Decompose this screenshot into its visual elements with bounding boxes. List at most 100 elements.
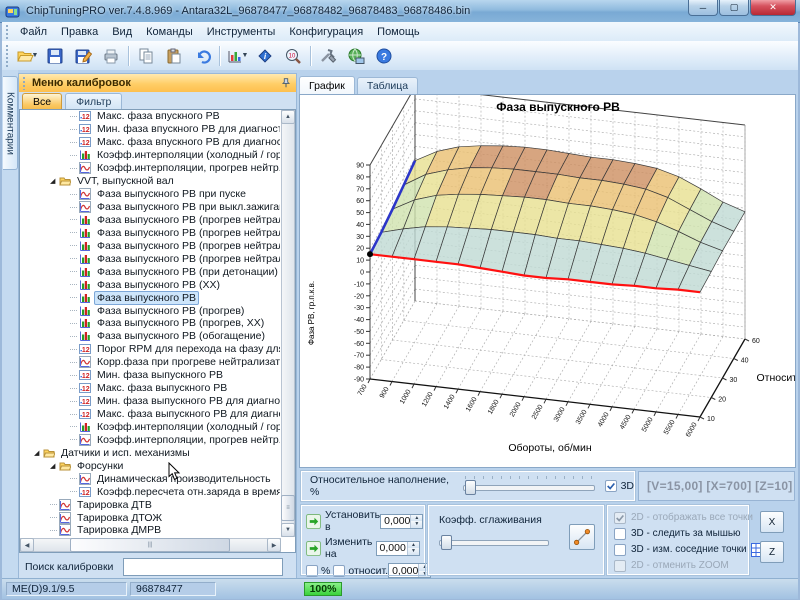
tab-graph[interactable]: График bbox=[299, 76, 355, 94]
tree-item[interactable]: Коэфф.интерполяции, прогрев нейтр. (холо… bbox=[20, 433, 280, 446]
tree-item[interactable]: Фаза выпускного РВ при выкл.зажигания bbox=[20, 201, 280, 214]
option-checkbox[interactable] bbox=[614, 544, 626, 556]
tree-item[interactable]: Тарировка ДТОЖ bbox=[20, 511, 280, 524]
close-button[interactable]: ✕ bbox=[750, 0, 796, 16]
tab-filter[interactable]: Фильтр bbox=[65, 93, 122, 109]
expander-icon[interactable]: ◢ bbox=[34, 449, 43, 457]
apply-change-button[interactable] bbox=[306, 541, 321, 556]
tree-item[interactable]: Динамическая производительность bbox=[20, 472, 280, 485]
vscroll-thumb[interactable]: ≡ bbox=[281, 495, 295, 521]
tree-item[interactable]: Коэфф.интерполяции, прогрев нейтр. (холо… bbox=[20, 162, 280, 175]
tools-button[interactable] bbox=[314, 42, 342, 69]
tree-item[interactable]: 12Макс. фаза выпускного РВ для диагности… bbox=[20, 408, 280, 421]
menu-item-4[interactable]: Инструменты bbox=[200, 24, 283, 40]
scroll-up-button[interactable]: ▲ bbox=[281, 110, 295, 124]
paste-button[interactable] bbox=[160, 42, 188, 69]
search-input[interactable] bbox=[123, 558, 283, 576]
scroll-left-button[interactable]: ◀ bbox=[20, 538, 34, 552]
info-button[interactable]: i bbox=[251, 42, 279, 69]
minimize-button[interactable]: ─ bbox=[688, 0, 718, 16]
set-value-spinner[interactable]: 0,000▲▼ bbox=[380, 514, 423, 529]
dropdown-arrow-icon[interactable]: ▼ bbox=[242, 52, 249, 59]
change-value-spinner[interactable]: 0,000▲▼ bbox=[376, 541, 420, 556]
tree-item[interactable]: 12Макс. фаза впускного РВ для диагностик… bbox=[20, 136, 280, 149]
menu-item-3[interactable]: Команды bbox=[139, 24, 200, 40]
tree-item[interactable]: Фаза выпускного РВ (прогрев нейтрализато… bbox=[20, 214, 280, 227]
menu-item-0[interactable]: Файл bbox=[13, 24, 54, 40]
dropdown-arrow-icon[interactable]: ▼ bbox=[32, 52, 39, 59]
tree-item[interactable]: 12Мин. фаза выпускного РВ для диагностик… bbox=[20, 395, 280, 408]
tree-item[interactable]: Фаза выпускного РВ при пуске bbox=[20, 188, 280, 201]
tree-item[interactable]: 12Макс. фаза впускного РВ bbox=[20, 110, 280, 123]
tree-item[interactable]: 12Коэфф.пересчета отн.заряда в время впр… bbox=[20, 485, 280, 498]
expander-icon[interactable]: ◢ bbox=[50, 462, 59, 470]
menu-item-6[interactable]: Помощь bbox=[370, 24, 427, 40]
slider-thumb[interactable] bbox=[465, 480, 476, 495]
slider-track[interactable] bbox=[463, 485, 595, 491]
z-axis-button[interactable]: Z bbox=[760, 541, 784, 563]
expander-icon[interactable]: ◢ bbox=[50, 177, 59, 185]
tree-folder[interactable]: ◢Датчики и исп. механизмы bbox=[20, 446, 280, 459]
tree-item[interactable]: 12Мин. фаза впускного РВ для диагностики bbox=[20, 123, 280, 136]
tree-item[interactable]: Фаза выпускного РВ (обогащение) bbox=[20, 330, 280, 343]
tree-vscrollbar[interactable] bbox=[281, 110, 295, 537]
tab-all[interactable]: Все bbox=[22, 93, 62, 109]
tree-item[interactable]: Фаза выпускного РВ (прогрев нейтрал., ХХ… bbox=[20, 252, 280, 265]
tree-item[interactable]: Тарировка ДТВ bbox=[20, 498, 280, 511]
x-axis-button[interactable]: X bbox=[760, 511, 784, 533]
surface-plot[interactable]: -90-80-70-60-50-40-30-20-100102030405060… bbox=[300, 95, 795, 467]
checkbox-3d[interactable] bbox=[605, 480, 617, 492]
scroll-right-button[interactable]: ▶ bbox=[267, 538, 281, 552]
hscroll-thumb[interactable]: ||| bbox=[70, 538, 230, 552]
print-button[interactable] bbox=[97, 42, 125, 69]
save-as-button[interactable] bbox=[69, 42, 97, 69]
smoothing-thumb[interactable] bbox=[441, 535, 452, 550]
title-bar[interactable]: ChipTuningPRO ver.7.4.8.969 - Antara32L_… bbox=[0, 0, 800, 23]
tree-item[interactable]: Фаза выпускного РВ (прогрев нейтрал., ХХ… bbox=[20, 239, 280, 252]
tree-item[interactable]: 12Макс. фаза выпускного РВ bbox=[20, 382, 280, 395]
smoothing-apply-button[interactable] bbox=[569, 524, 595, 550]
tab-table[interactable]: Таблица bbox=[357, 77, 418, 94]
tree-item[interactable]: 12Мин. фаза выпускного РВ bbox=[20, 369, 280, 382]
tree-item[interactable]: Тарировка ДМРВ bbox=[20, 524, 280, 537]
checkbox-relative[interactable] bbox=[333, 565, 345, 577]
option-checkbox[interactable] bbox=[614, 560, 626, 572]
tree-item[interactable]: Фаза выпускного РВ bbox=[20, 291, 280, 304]
menu-item-1[interactable]: Правка bbox=[54, 24, 105, 40]
tree-folder[interactable]: ◢VVT, выпускной вал bbox=[20, 175, 280, 188]
apply-set-button[interactable] bbox=[306, 514, 321, 529]
web-button[interactable] bbox=[342, 42, 370, 69]
smoothing-track[interactable] bbox=[439, 540, 549, 546]
tree-item[interactable]: Фаза выпускного РВ (ХХ) bbox=[20, 278, 280, 291]
scroll-down-button[interactable]: ▼ bbox=[281, 523, 295, 537]
smoothing-slider[interactable] bbox=[439, 534, 549, 548]
tree-item[interactable]: Коэфф.интерполяции (холодный / горячий ) bbox=[20, 421, 280, 434]
tab-comments[interactable]: Комментарии bbox=[3, 76, 18, 170]
copy-button[interactable] bbox=[132, 42, 160, 69]
zoom-10-button[interactable]: 10 bbox=[279, 42, 307, 69]
pin-icon[interactable] bbox=[280, 77, 292, 89]
relative-value-spinner[interactable]: 0,000▲▼ bbox=[388, 563, 431, 578]
tree-item[interactable]: Фаза выпускного РВ (прогрев) bbox=[20, 304, 280, 317]
calibration-panel-header[interactable]: Меню калибровок bbox=[19, 74, 296, 93]
tree-item[interactable]: Коэфф.интерполяции (холодный / горячий ) bbox=[20, 149, 280, 162]
tree-item[interactable]: Фаза выпускного РВ (прогрев нейтрал., хо… bbox=[20, 226, 280, 239]
maximize-button[interactable]: ▢ bbox=[719, 0, 749, 16]
help-button[interactable]: ? bbox=[370, 42, 398, 69]
undo-button[interactable] bbox=[188, 42, 216, 69]
tree-item[interactable]: Фаза выпускного РВ (прогрев, ХХ) bbox=[20, 317, 280, 330]
open-button[interactable]: ▼ bbox=[13, 42, 41, 69]
checkbox-percent[interactable] bbox=[306, 565, 318, 577]
menu-item-5[interactable]: Конфигурация bbox=[282, 24, 370, 40]
save-button[interactable] bbox=[41, 42, 69, 69]
tree-item[interactable]: 12Порог RPM для перехода на фазу для реж… bbox=[20, 343, 280, 356]
load-slider[interactable] bbox=[463, 479, 595, 493]
tree-folder[interactable]: ◢Форсунки bbox=[20, 459, 280, 472]
option-checkbox[interactable] bbox=[614, 528, 626, 540]
option-checkbox[interactable] bbox=[614, 512, 626, 524]
tree-item[interactable]: Фаза выпускного РВ (при детонации) bbox=[20, 265, 280, 278]
menu-item-2[interactable]: Вид bbox=[105, 24, 139, 40]
chart-button[interactable]: ▼ bbox=[223, 42, 251, 69]
tree-item[interactable]: Корр.фаза при прогреве нейтрализатора bbox=[20, 356, 280, 369]
chart-area[interactable]: -90-80-70-60-50-40-30-20-100102030405060… bbox=[299, 94, 796, 468]
